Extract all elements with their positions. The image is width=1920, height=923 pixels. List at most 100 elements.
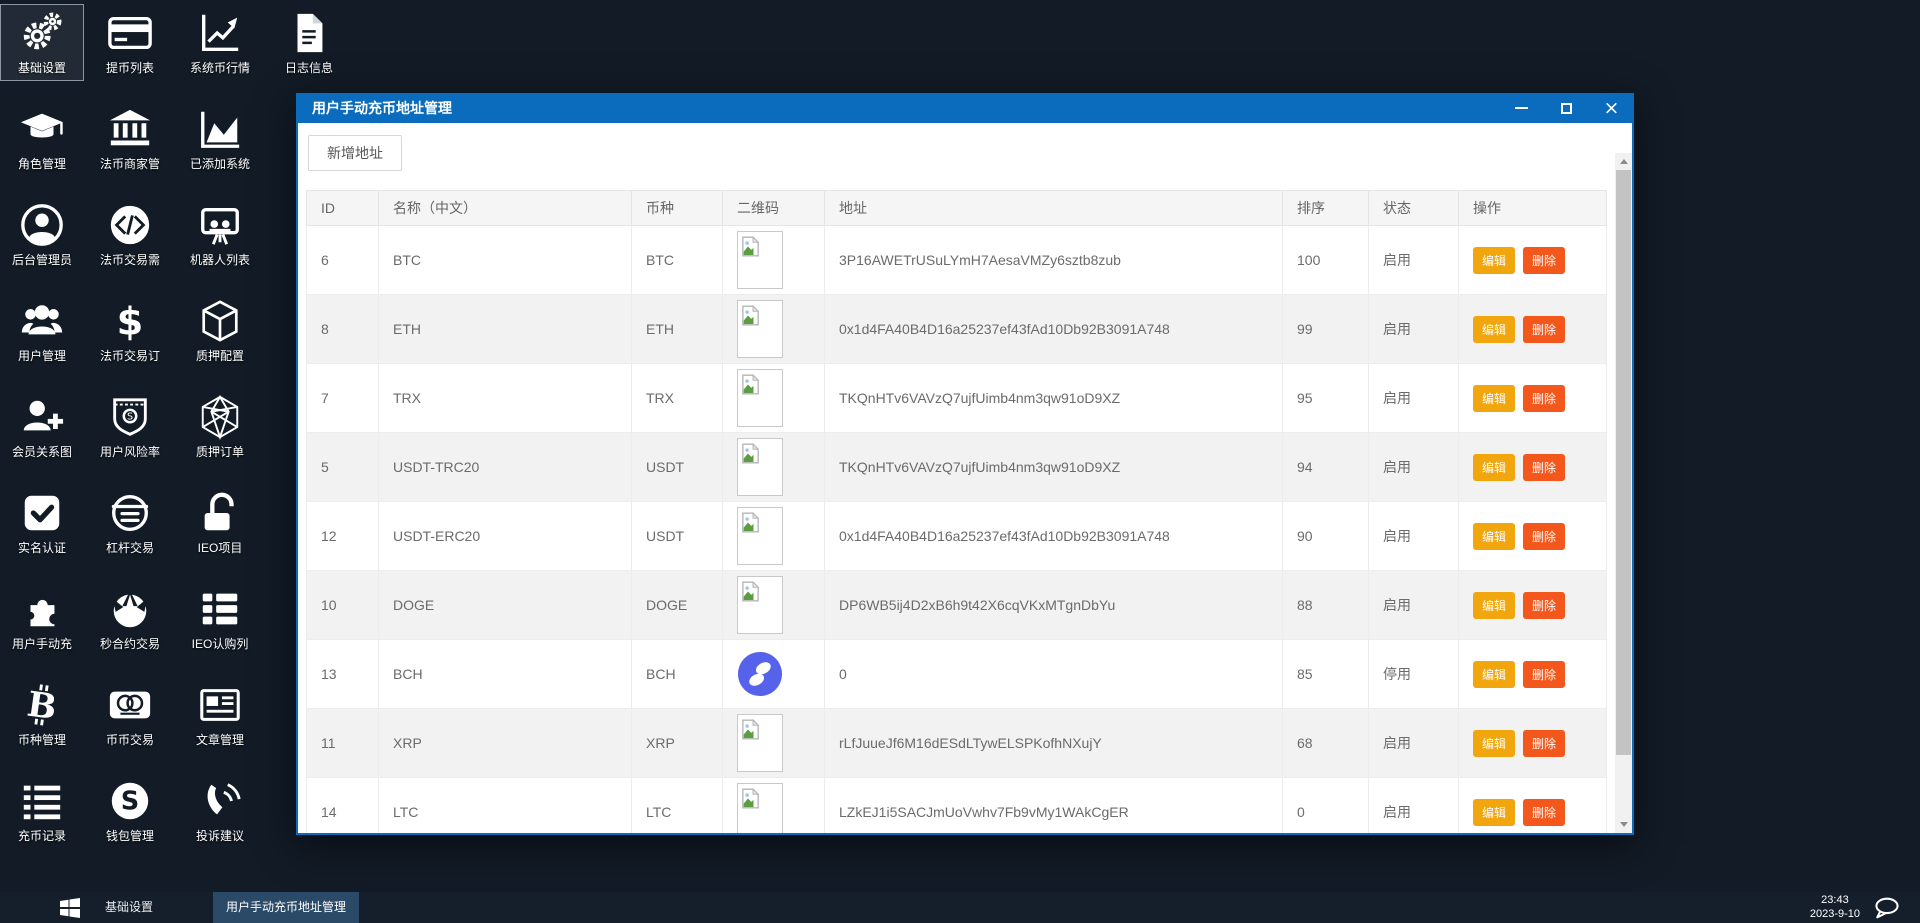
edit-button[interactable]: 编辑 bbox=[1473, 315, 1516, 343]
desktop-icon-puzzle[interactable]: 用户手动充 bbox=[0, 580, 84, 657]
scrollbar-up-arrow[interactable] bbox=[1615, 154, 1632, 169]
edit-button[interactable]: 编辑 bbox=[1473, 660, 1516, 688]
qr-image-placeholder bbox=[737, 714, 783, 772]
actions-cell: 编辑 删除 bbox=[1458, 501, 1607, 571]
sort-cell: 94 bbox=[1282, 432, 1369, 502]
broken-image-icon bbox=[742, 236, 759, 257]
scrollbar-down-arrow[interactable] bbox=[1615, 817, 1632, 832]
edit-button[interactable]: 编辑 bbox=[1473, 729, 1516, 757]
scrollbar-thumb[interactable] bbox=[1616, 170, 1631, 755]
delete-button[interactable]: 删除 bbox=[1523, 729, 1566, 757]
edit-button[interactable]: 编辑 bbox=[1473, 591, 1516, 619]
desktop-icon-user-plus[interactable]: 会员关系图 bbox=[0, 388, 84, 465]
status-cell: 停用 bbox=[1368, 639, 1459, 709]
vertical-scrollbar[interactable] bbox=[1615, 153, 1632, 833]
diamond-badge-icon bbox=[107, 202, 153, 248]
edit-button[interactable]: 编辑 bbox=[1473, 453, 1516, 481]
desktop-icon-graduation-cap[interactable]: 角色管理 bbox=[0, 100, 84, 177]
desktop-icon-label: 角色管理 bbox=[17, 157, 66, 171]
edit-button[interactable]: 编辑 bbox=[1473, 384, 1516, 412]
qr-image-placeholder bbox=[737, 507, 783, 565]
delete-button[interactable]: 删除 bbox=[1523, 453, 1566, 481]
desktop-icon-mastercard[interactable]: 币币交易 bbox=[88, 676, 172, 753]
delete-button[interactable]: 删除 bbox=[1523, 246, 1566, 274]
delete-button[interactable]: 删除 bbox=[1523, 660, 1566, 688]
desktop-icon-unlock[interactable]: IEO项目 bbox=[178, 484, 262, 561]
delete-button[interactable]: 删除 bbox=[1523, 522, 1566, 550]
table-row: 5 USDT-TRC20 USDT TKQnHTv6VAVzQ7ujfUimb4nm3… bbox=[306, 432, 1607, 502]
edit-button[interactable]: 编辑 bbox=[1473, 798, 1516, 826]
desktop-icon-label: 用户手动充 bbox=[11, 637, 72, 651]
desktop-icon-gears[interactable]: 基础设置 bbox=[0, 4, 84, 81]
close-button[interactable]: × bbox=[1589, 93, 1632, 123]
delete-button[interactable]: 删除 bbox=[1523, 591, 1566, 619]
area-chart-icon bbox=[197, 106, 243, 152]
desktop-icon-dollar[interactable]: $ 法币交易订 bbox=[88, 292, 172, 369]
desktop-icon-card[interactable]: 提币列表 bbox=[88, 4, 172, 81]
desktop-icon-line-chart[interactable]: 系统币行情 bbox=[178, 4, 262, 81]
desktop-icon-rebel[interactable]: 秒合约交易 bbox=[88, 580, 172, 657]
desktop-icon-cube[interactable]: 质押配置 bbox=[178, 292, 262, 369]
table-row: 10 DOGE DOGE DP6WB5ij4D2xB6h9t42X6cqVKxMTgn… bbox=[306, 570, 1607, 640]
desktop-icon-users[interactable]: 用户管理 bbox=[0, 292, 84, 369]
chat-bubble-button[interactable] bbox=[1872, 897, 1902, 919]
desktop-icon-list-lines[interactable]: 充币记录 bbox=[0, 772, 84, 849]
leverage-circle-icon bbox=[107, 490, 153, 536]
close-icon: × bbox=[1603, 96, 1620, 119]
window-titlebar[interactable]: 用户手动充币地址管理 × bbox=[298, 93, 1632, 123]
window-controls: × bbox=[1499, 93, 1632, 123]
coin-cell: BTC bbox=[631, 225, 723, 295]
desktop-icon-label: 已添加系统 bbox=[189, 157, 250, 171]
qr-image-placeholder bbox=[737, 300, 783, 358]
desktop-icon-phone[interactable]: 投诉建议 bbox=[178, 772, 262, 849]
desktop-icon-bank[interactable]: 法币商家管 bbox=[88, 100, 172, 177]
desktop-icon-diamond-badge[interactable]: 法币交易需 bbox=[88, 196, 172, 273]
desktop-icon-news[interactable]: 文章管理 bbox=[178, 676, 262, 753]
taskbar-item-deposit-address-management[interactable]: 用户手动充币地址管理 bbox=[213, 892, 359, 923]
broken-image-icon bbox=[742, 719, 759, 740]
delete-button[interactable]: 删除 bbox=[1523, 315, 1566, 343]
desktop-icon-skype[interactable]: S 钱包管理 bbox=[88, 772, 172, 849]
desktop-icon-shield-badge[interactable]: S 用户风险率 bbox=[88, 388, 172, 465]
taskbar-item-basic-settings[interactable]: 基础设置 bbox=[84, 892, 174, 923]
address-cell: 3P16AWETrUSuLYmH7AesaVMZy6sztb8zub bbox=[824, 225, 1283, 295]
minimize-icon bbox=[1515, 107, 1528, 109]
desktop-icon-document[interactable]: 日志信息 bbox=[267, 4, 351, 81]
name-cell: TRX bbox=[378, 363, 632, 433]
document-icon bbox=[286, 10, 332, 56]
address-cell: LZkEJ1i5SACJmUoVwhv7Fb9vMy1WAkCgER bbox=[824, 777, 1283, 833]
desktop-icon-label: IEO项目 bbox=[197, 541, 243, 555]
add-address-button[interactable]: 新增地址 bbox=[308, 135, 402, 171]
desktop-icon-bitcoin[interactable]: B 币种管理 bbox=[0, 676, 84, 753]
qr-image-placeholder bbox=[737, 231, 783, 289]
edit-button[interactable]: 编辑 bbox=[1473, 246, 1516, 274]
start-button[interactable] bbox=[58, 896, 82, 920]
desktop-icon-polyhedron[interactable]: 质押订单 bbox=[178, 388, 262, 465]
desktop-icon-list-grid[interactable]: IEO认购列 bbox=[178, 580, 262, 657]
qr-cell bbox=[722, 294, 825, 364]
shield-badge-icon: S bbox=[107, 394, 153, 440]
sort-cell: 0 bbox=[1282, 777, 1369, 833]
desktop-icon-user-circle[interactable]: 后台管理员 bbox=[0, 196, 84, 273]
desktop-icon-check-square[interactable]: 实名认证 bbox=[0, 484, 84, 561]
news-icon bbox=[197, 682, 243, 728]
table-row: 12 USDT-ERC20 USDT 0x1d4FA40B4D16a25237ef43… bbox=[306, 501, 1607, 571]
delete-button[interactable]: 删除 bbox=[1523, 384, 1566, 412]
maximize-button[interactable] bbox=[1544, 93, 1589, 123]
taskbar-clock[interactable]: 23:43 2023-9-10 bbox=[1810, 893, 1860, 921]
address-cell: 0x1d4FA40B4D16a25237ef43fAd10Db92B3091A7… bbox=[824, 294, 1283, 364]
desktop-icon-area-chart[interactable]: 已添加系统 bbox=[178, 100, 262, 177]
delete-button[interactable]: 删除 bbox=[1523, 798, 1566, 826]
desktop-icon-robot-board[interactable]: 机器人列表 bbox=[178, 196, 262, 273]
user-plus-icon bbox=[19, 394, 65, 440]
edit-button[interactable]: 编辑 bbox=[1473, 522, 1516, 550]
name-cell: ETH bbox=[378, 294, 632, 364]
sort-cell: 85 bbox=[1282, 639, 1369, 709]
qr-cell bbox=[722, 777, 825, 833]
clock-date: 2023-9-10 bbox=[1809, 908, 1860, 920]
desktop-icon-leverage-circle[interactable]: 杠杆交易 bbox=[88, 484, 172, 561]
status-cell: 启用 bbox=[1368, 225, 1459, 295]
qr-cell bbox=[722, 639, 825, 709]
window-user-manual-deposit-address-management: 用户手动充币地址管理 × 新增地址 ID 名称（中文） 币种 二维码 地址 排序 状态 操作 … bbox=[296, 93, 1634, 835]
minimize-button[interactable] bbox=[1499, 93, 1544, 123]
